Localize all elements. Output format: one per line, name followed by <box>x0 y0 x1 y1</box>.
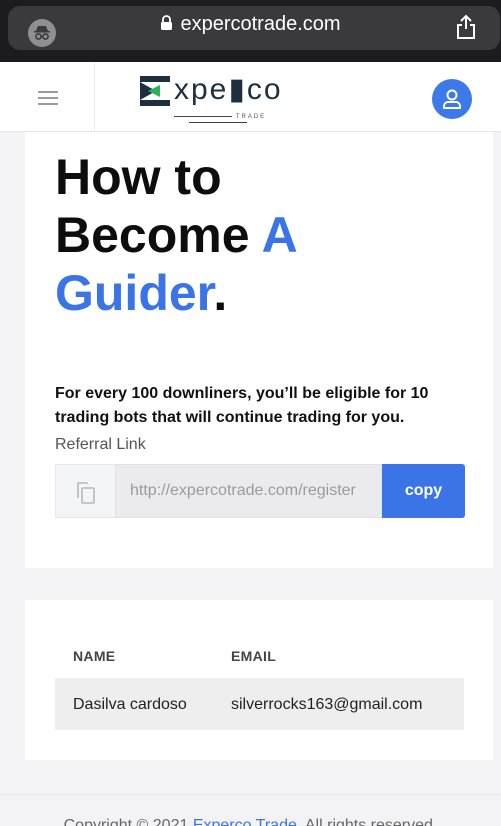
app-header: xpe▮co TRADE <box>0 62 501 132</box>
footer-brand-link[interactable]: Experco Trade <box>193 817 297 826</box>
share-icon[interactable] <box>456 14 476 45</box>
referral-link-group: copy <box>55 464 465 518</box>
copy-icon[interactable] <box>55 464 115 518</box>
header-divider <box>94 62 95 132</box>
url-display[interactable]: expercotrade.com <box>0 13 501 37</box>
logo[interactable]: xpe▮co TRADE <box>138 70 308 126</box>
title-accent-a: A <box>261 207 298 263</box>
lock-icon <box>160 14 173 37</box>
logo-mark-icon <box>140 76 170 106</box>
title-line-3: Guider. <box>55 265 228 321</box>
footer: Copyright © 2021 Experco Trade. All righ… <box>0 794 501 826</box>
guider-description: For every 100 downliners, you’ll be elig… <box>55 385 429 426</box>
copy-button[interactable]: copy <box>382 464 465 518</box>
browser-bar: expercotrade.com <box>0 0 501 62</box>
page-title: How to Become A Guider. <box>55 148 475 322</box>
referral-label: Referral Link <box>55 436 146 453</box>
user-profile-button[interactable] <box>432 79 472 119</box>
logo-text: xpe▮co <box>174 73 283 106</box>
hamburger-icon[interactable] <box>38 91 58 105</box>
column-header-email: EMAIL <box>231 648 277 664</box>
column-header-name: NAME <box>73 648 116 664</box>
title-line-2: Become A <box>55 207 298 263</box>
title-line-1: How to <box>55 149 222 205</box>
referral-link-input[interactable] <box>115 464 382 518</box>
copyright-text: Copyright © 2021 Experco Trade. All righ… <box>0 817 501 826</box>
logo-subtext: TRADE <box>138 114 298 126</box>
guider-card: How to Become A Guider. For every 100 do… <box>25 132 493 568</box>
referrals-table: NAME EMAIL Dasilva cardoso silverrocks16… <box>25 600 493 760</box>
cell-name: Dasilva cardoso <box>73 696 187 713</box>
title-accent-guider: Guider <box>55 265 214 321</box>
user-icon <box>443 89 461 109</box>
table-row: Dasilva cardoso silverrocks163@gmail.com <box>55 678 464 730</box>
url-text: expercotrade.com <box>180 13 341 35</box>
cell-email: silverrocks163@gmail.com <box>231 696 423 713</box>
